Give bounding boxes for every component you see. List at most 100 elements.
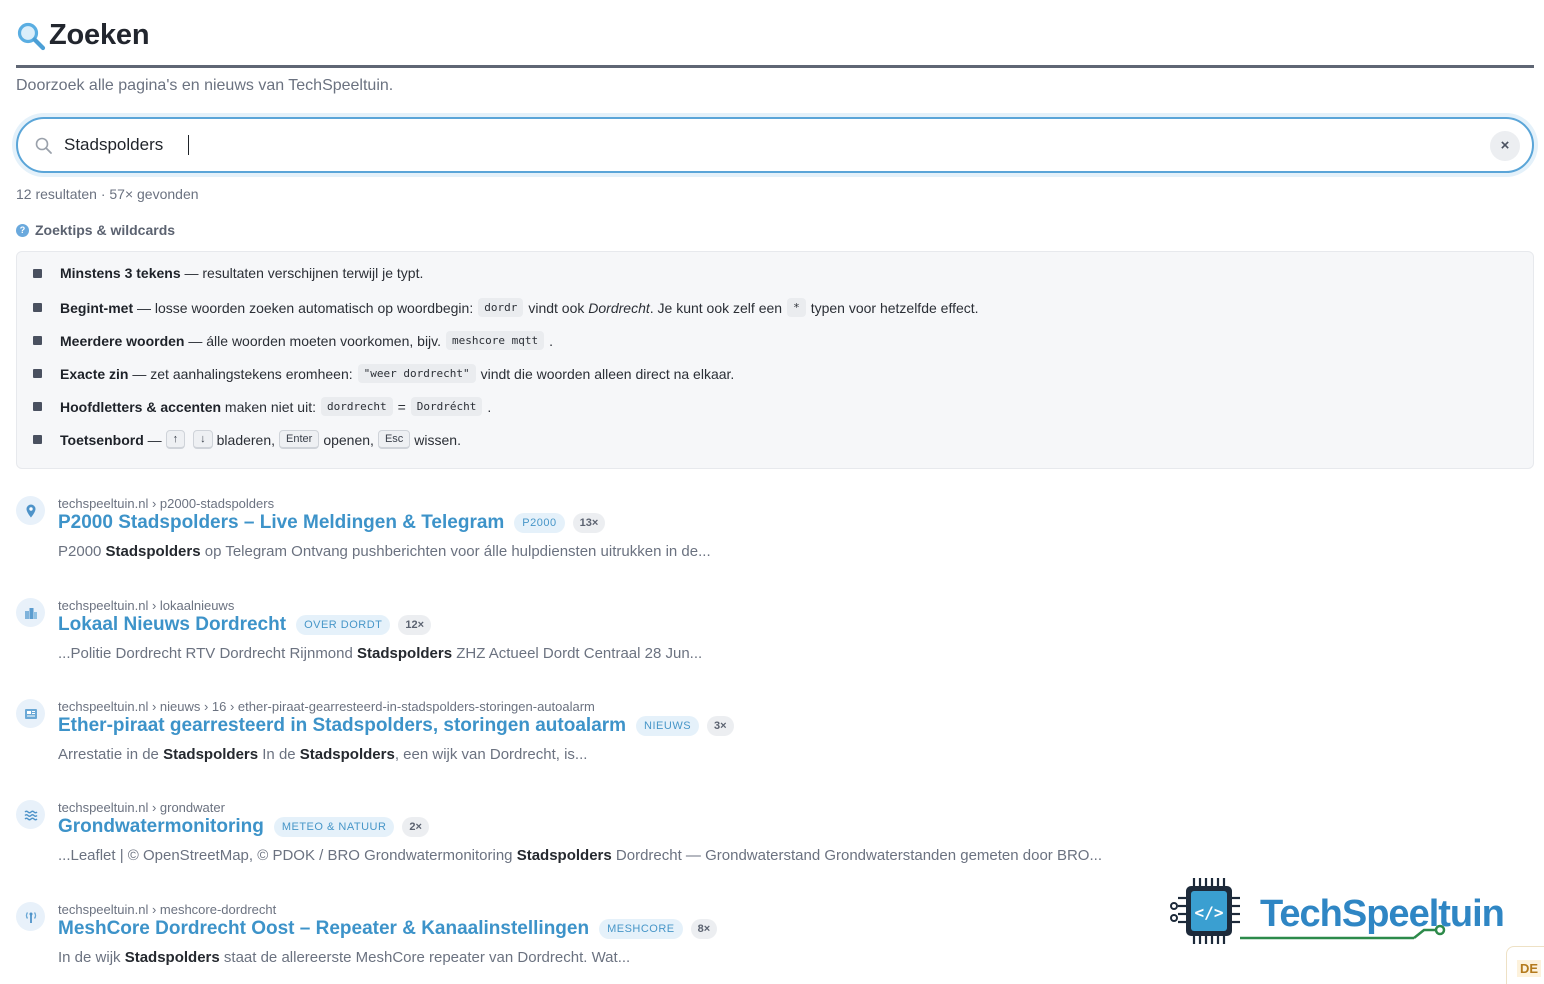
code-sample: Dordrécht [410,397,483,416]
result-breadcrumb: techspeeltuin.nl › nieuws › 16 › ether-p… [58,699,595,714]
tips-toggle[interactable]: ? Zoektips & wildcards [16,222,175,238]
tip-text: — resultaten verschijnen terwijl je typt… [180,265,424,281]
match-count-badge: 8× [690,919,718,939]
snippet-text: ZHZ Actueel Dordt Centraal 28 Jun... [452,645,703,662]
match-count-badge: 12× [398,615,432,635]
tip-item: Exacte zin — zet aanhalingstekens eromhe… [33,364,734,383]
tip-text: — [143,431,162,448]
tip-text: wissen. [414,431,461,448]
result-snippet: Arrestatie in de Stadspolders In de Stad… [58,746,587,763]
tip-text: — losse woorden zoeken automatisch op wo… [133,299,474,316]
code-sample: dordr [478,298,524,317]
result-breadcrumb: techspeeltuin.nl › p2000-stadspolders [58,496,275,511]
highlight-term: Stadspolders [299,746,395,763]
result-snippet: ...Politie Dordrecht RTV Dordrecht Rijnm… [58,645,702,662]
page-header: Zoeken [16,18,1534,68]
page-subtitle: Doorzoek alle pagina's en nieuws van Tec… [16,77,394,94]
match-count-badge: 13× [572,513,606,533]
bullet [33,268,42,278]
search-input[interactable] [64,131,1464,159]
snippet-text: ...Leaflet | © OpenStreetMap, © PDOK / B… [58,847,517,864]
highlight-term: Stadspolders [124,949,220,966]
code-sample: * [787,298,806,317]
techspeeltuin-logo: </> TechSpeeltuin [1170,878,1505,944]
tip-text: maken niet uit: [221,398,316,415]
key-enter: Enter [279,430,320,449]
result-breadcrumb: techspeeltuin.nl › meshcore-dordrecht [58,902,277,917]
highlight-term: Stadspolders [105,543,201,560]
clear-search-button[interactable]: × [1490,131,1520,161]
tip-text: = [397,398,406,415]
result-snippet: In de wijk Stadspolders staat de alleree… [58,949,630,966]
category-badge: Over Dordt [296,615,391,635]
result-snippet: ...Leaflet | © OpenStreetMap, © PDOK / B… [58,847,1102,864]
tip-text: . [487,398,492,415]
snippet-text: Dordrecht — Grondwaterstand Grondwaterst… [611,847,1102,864]
logo-wordmark: TechSpeeltuin [1260,893,1504,935]
snippet-text: ...Politie Dordrecht RTV Dordrecht Rijnm… [58,645,358,662]
tip-text: vindt die woorden alleen direct na elkaa… [480,365,735,382]
snippet-text: In de wijk [58,949,125,966]
result-snippet: P2000 Stadspolders op Telegram Ontvang p… [58,543,711,560]
snippet-text: In de [258,746,300,763]
category-badge: Meteo & Natuur [273,817,395,837]
bullet [33,402,42,411]
category-badge: P2000 [514,513,565,533]
code-sample: "weer dordrecht" [357,364,476,383]
bullet [33,369,42,378]
result-breadcrumb: techspeeltuin.nl › lokaalnieuws [58,598,235,613]
highlight-term: Stadspolders [357,645,453,662]
tip-item: Toetsenbord — ↑ ↓ bladeren, Enter openen… [33,430,461,449]
page-title: Zoeken [49,19,150,51]
key-up: ↑ [165,430,186,449]
tip-label: Minstens 3 tekens [60,265,181,281]
tip-text: . Je kunt ook zelf een [649,299,783,316]
result-title-link[interactable]: Lokaal Nieuws Dordrecht [58,614,286,636]
result-breadcrumb: techspeeltuin.nl › grondwater [58,800,225,815]
result-title-row: MeshCore Dordrecht Oost – Repeater & Kan… [58,918,718,940]
chip-icon: </> [1170,878,1240,944]
language-tab[interactable]: DE [1506,946,1544,984]
tip-text: — zet aanhalingstekens eromheen: [128,365,353,382]
tips-panel: Minstens 3 tekens — resultaten verschijn… [16,251,1534,469]
search-icon [17,22,46,51]
highlight-term: Stadspolders [163,746,259,763]
result-title-row: Ether-piraat gearresteerd in Stadspolder… [58,715,734,737]
code-sample: dordrecht [320,397,393,416]
language-label: DE [1517,960,1542,977]
category-badge: MeshCore [599,919,683,939]
result-title-row: P2000 Stadspolders – Live Meldingen & Te… [58,512,606,534]
tip-text: openen, [323,431,374,448]
bullet [33,336,42,345]
key-down: ↓ [193,430,213,449]
result-title-link[interactable]: Grondwatermonitoring [58,816,264,838]
tip-label: Hoofdletters & accenten [60,398,222,415]
result-title-link[interactable]: MeshCore Dordrecht Oost – Repeater & Kan… [58,918,589,940]
svg-text:</>: </> [1195,903,1224,922]
snippet-text: P2000 [58,543,106,560]
bullet [33,435,42,444]
tip-item: Begint-met — losse woorden zoeken automa… [33,298,979,317]
newspaper-icon [16,699,45,728]
snippet-text: op Telegram Ontvang pushberichten voor á… [200,543,711,560]
match-count-badge: 2× [402,817,429,837]
help-icon: ? [16,223,29,237]
water-icon [16,800,45,829]
antenna-icon [16,902,45,931]
tip-item: Meerdere woorden — álle woorden moeten v… [33,331,553,350]
map-pin-icon [16,496,45,525]
snippet-text: staat de allereerste MeshCore repeater v… [219,949,631,966]
category-badge: Nieuws [636,716,700,736]
tip-item: Hoofdletters & accenten maken niet uit: … [33,397,491,416]
search-box: × [16,117,1534,173]
city-icon [16,598,45,627]
result-title-link[interactable]: Ether-piraat gearresteerd in Stadspolder… [58,715,626,737]
result-title-row: Grondwatermonitoring Meteo & Natuur 2× [58,816,429,838]
key-esc: Esc [377,430,411,449]
tip-label: Meerdere woorden [60,332,185,349]
search-input-icon [35,137,52,154]
tip-text: — álle woorden moeten voorkomen, bijv. [184,332,442,349]
bullet [33,303,42,312]
tip-item: Minstens 3 tekens — resultaten verschijn… [33,265,423,281]
result-title-link[interactable]: P2000 Stadspolders – Live Meldingen & Te… [58,512,504,534]
